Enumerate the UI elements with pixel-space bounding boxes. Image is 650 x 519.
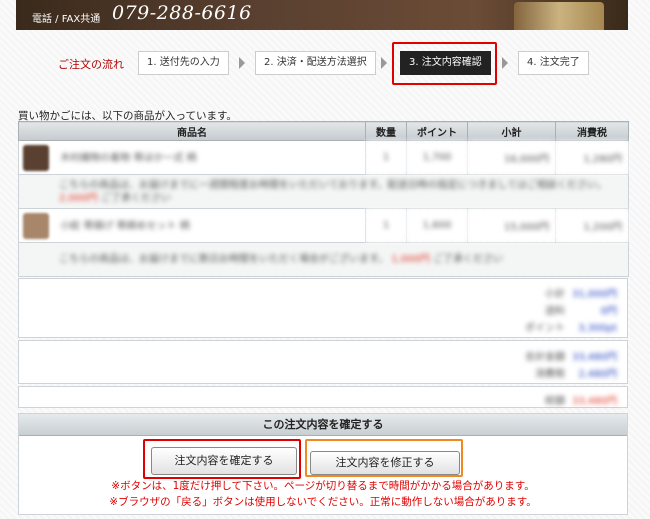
column-header: 数量 [365, 121, 407, 141]
tel-label: 電話 / FAX共通 [32, 14, 101, 25]
quantity: 1 [365, 140, 407, 175]
tel-number: 079-288-6616 [112, 2, 252, 24]
subtotal: 15,000円 [467, 208, 556, 243]
subtotal: 16,000円 [467, 140, 556, 175]
step-arrow-icon [239, 57, 245, 69]
step-shipping-input: 1. 送付先の入力 [138, 51, 229, 75]
notice-back-button: ※ブラウザの「戻る」ボタンは使用しないでください。正常に動作しない場合があります… [109, 496, 537, 508]
product-thumbnail [23, 144, 49, 171]
step-order-complete: 4. 注文完了 [518, 51, 589, 75]
table-row: 木村織物の着物 帯ほか一式 柄 1 1,700 16,000円 1,280円 [18, 140, 629, 175]
confirm-section-title: この注文内容を確定する [19, 414, 627, 436]
step-arrow-icon [502, 57, 508, 69]
column-header: ポイント [406, 121, 468, 141]
highlight-confirm-button [143, 439, 301, 479]
grand-total: 総額 33,480円 [18, 386, 628, 408]
highlight-modify-button [305, 439, 463, 477]
table-row-note: こちらの商品は、お届けまでに一週間程度お時間をいただいております。配送日時の指定… [18, 174, 629, 209]
product-cell: 木村織物の着物 帯ほか一式 柄 [18, 140, 366, 175]
quantity: 1 [365, 208, 407, 243]
step-payment-selection: 2. 決済・配送方法選択 [255, 51, 376, 75]
cart-table: 商品名 数量 ポイント 小計 消費税 木村織物の着物 帯ほか一式 柄 1 1,7… [18, 121, 629, 277]
product-name: 木村織物の着物 帯ほか一式 柄 [60, 152, 197, 164]
cart-totals: 合計金額 33,480円 消費税 2,480円 [18, 340, 628, 384]
highlight-current-step [392, 42, 497, 85]
cart-summary: 小計 31,000円 送料 0円 ポイント 3,300pt [18, 278, 628, 338]
column-header: 商品名 [18, 121, 366, 141]
table-row: 小紋 帯揚げ 帯締めセット 柄 1 1,600 15,000円 1,200円 [18, 208, 629, 243]
product-cell: 小紋 帯揚げ 帯締めセット 柄 [18, 208, 366, 243]
note-tail: ご了承ください [433, 254, 504, 265]
summary-line: 消費税 2,480円 [535, 369, 617, 380]
note-price: 2,000円 [59, 192, 98, 204]
summary-line: ポイント 3,300pt [525, 323, 617, 334]
step-arrow-icon [381, 57, 387, 69]
order-flow-label: ご注文の流れ [58, 58, 124, 71]
note-tail: ご了承ください [100, 192, 171, 204]
points: 1,600 [406, 208, 468, 243]
product-note: こちらの商品は、お届けまでに一週間程度お時間をいただいております。配送日時の指定… [59, 179, 607, 191]
column-header: 消費税 [555, 121, 629, 141]
table-header-row: 商品名 数量 ポイント 小計 消費税 [18, 121, 629, 141]
header-decoration [514, 2, 604, 30]
summary-line: 合計金額 33,480円 [525, 352, 617, 363]
tax: 1,200円 [555, 208, 629, 243]
summary-line: 総額 33,480円 [545, 396, 617, 407]
summary-line: 小計 31,000円 [545, 289, 617, 300]
table-row-note: こちらの商品は、お届けまでに数日お時間をいただく場合がございます。 1,000円… [18, 242, 629, 277]
tax: 1,280円 [555, 140, 629, 175]
notice-click-once: ※ボタンは、1度だけ押して下さい。ページが切り替るまで時間がかかる場合があります… [111, 480, 535, 492]
points: 1,700 [406, 140, 468, 175]
product-thumbnail [23, 212, 49, 239]
column-header: 小計 [467, 121, 556, 141]
product-name: 小紋 帯揚げ 帯締めセット 柄 [60, 220, 190, 232]
note-price: 1,000円 [391, 254, 430, 265]
header-banner: 電話 / FAX共通 079-288-6616 [16, 0, 628, 30]
summary-line: 送料 0円 [545, 306, 617, 317]
product-note: こちらの商品は、お届けまでに数日お時間をいただく場合がございます。 [59, 254, 388, 265]
